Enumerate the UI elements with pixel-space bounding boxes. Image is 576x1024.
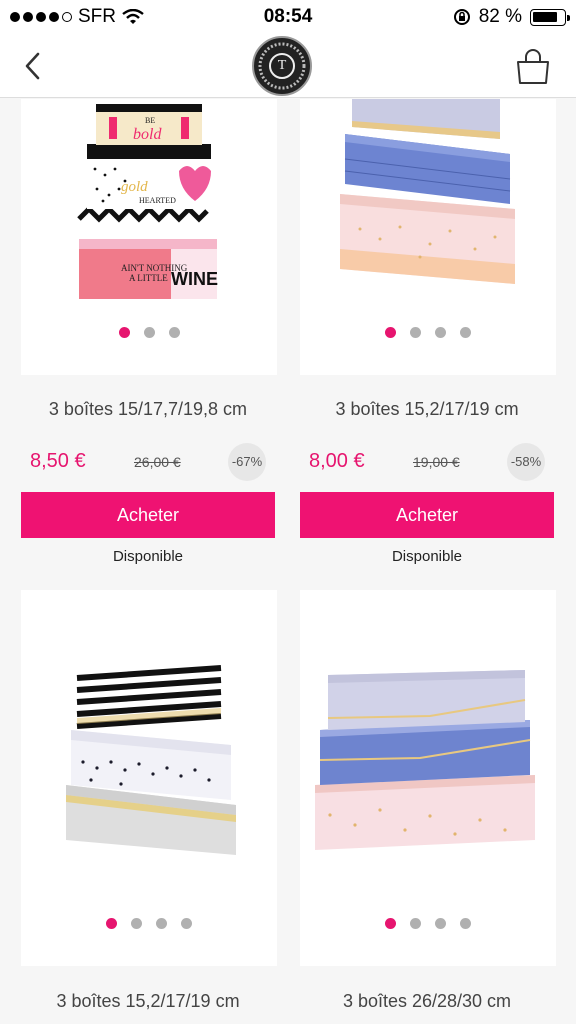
carousel-dots[interactable] bbox=[21, 918, 277, 929]
carousel-dot[interactable] bbox=[385, 918, 396, 929]
shopping-bag-icon[interactable] bbox=[514, 46, 552, 86]
product-price: 8,00 € bbox=[309, 450, 365, 472]
discount-badge: -58% bbox=[507, 443, 545, 481]
product-image-card[interactable] bbox=[300, 590, 556, 966]
box-text-bold: bold bbox=[133, 126, 162, 143]
logo-letter: T bbox=[269, 53, 295, 79]
product-title[interactable]: 3 boîtes 15,2/17/19 cm bbox=[287, 399, 567, 420]
carousel-dot[interactable] bbox=[460, 327, 471, 338]
carousel-dots[interactable] bbox=[21, 327, 277, 338]
product-title[interactable]: 3 boîtes 15,2/17/19 cm bbox=[8, 991, 288, 1012]
rotation-lock-icon bbox=[453, 9, 470, 25]
box-text-hearted: HEARTED bbox=[139, 196, 176, 205]
product-title[interactable]: 3 boîtes 26/28/30 cm bbox=[287, 991, 567, 1012]
chevron-left-icon[interactable] bbox=[18, 48, 50, 84]
product-old-price: 19,00 € bbox=[413, 454, 460, 470]
battery-icon bbox=[530, 8, 570, 26]
product-image bbox=[340, 99, 515, 284]
brand-logo[interactable]: T bbox=[252, 36, 312, 96]
carousel-dot[interactable] bbox=[143, 327, 155, 338]
product-image bbox=[315, 670, 535, 850]
battery-level bbox=[533, 11, 557, 22]
availability-status: Disponible bbox=[391, 548, 463, 565]
carousel-dot[interactable] bbox=[131, 918, 142, 929]
carousel-dot[interactable] bbox=[435, 327, 446, 338]
product-image-card[interactable] bbox=[300, 99, 556, 375]
carousel-dot[interactable] bbox=[156, 918, 167, 929]
carousel-dot[interactable] bbox=[385, 327, 396, 338]
carousel-dot[interactable] bbox=[168, 327, 180, 338]
product-price: 8,50 € bbox=[30, 450, 86, 472]
carousel-dot[interactable] bbox=[106, 918, 117, 929]
product-image-card[interactable]: AIN'T NOTHING A LITTLE WINE gold HEARTED… bbox=[21, 99, 277, 375]
product-old-price: 26,00 € bbox=[134, 454, 181, 470]
carousel-dot[interactable] bbox=[410, 918, 421, 929]
discount-badge: -67% bbox=[228, 443, 266, 481]
box-text-little: A LITTLE bbox=[129, 273, 168, 283]
box-text-gold: gold bbox=[121, 179, 148, 195]
buy-button[interactable]: Acheter bbox=[300, 492, 554, 538]
carousel-dots[interactable] bbox=[300, 327, 556, 338]
box-text-wine: WINE bbox=[171, 269, 218, 289]
status-right: 82 % bbox=[453, 6, 570, 28]
battery-percent: 82 % bbox=[478, 6, 522, 27]
product-image: AIN'T NOTHING A LITTLE WINE gold HEARTED… bbox=[77, 104, 218, 299]
status-bar: SFR 08:54 82 % bbox=[0, 0, 576, 34]
nav-bar: T bbox=[0, 34, 576, 98]
carousel-dot[interactable] bbox=[410, 327, 421, 338]
carousel-dot[interactable] bbox=[460, 918, 471, 929]
availability-status: Disponible bbox=[112, 548, 184, 565]
carousel-dot[interactable] bbox=[435, 918, 446, 929]
product-image bbox=[66, 660, 236, 855]
carousel-dot[interactable] bbox=[118, 327, 130, 338]
product-title[interactable]: 3 boîtes 15/17,7/19,8 cm bbox=[8, 399, 288, 420]
product-image-card[interactable] bbox=[21, 590, 277, 966]
buy-button[interactable]: Acheter bbox=[21, 492, 275, 538]
carousel-dots[interactable] bbox=[300, 918, 556, 929]
box-text-be: BE bbox=[145, 116, 155, 125]
carousel-dot[interactable] bbox=[181, 918, 192, 929]
